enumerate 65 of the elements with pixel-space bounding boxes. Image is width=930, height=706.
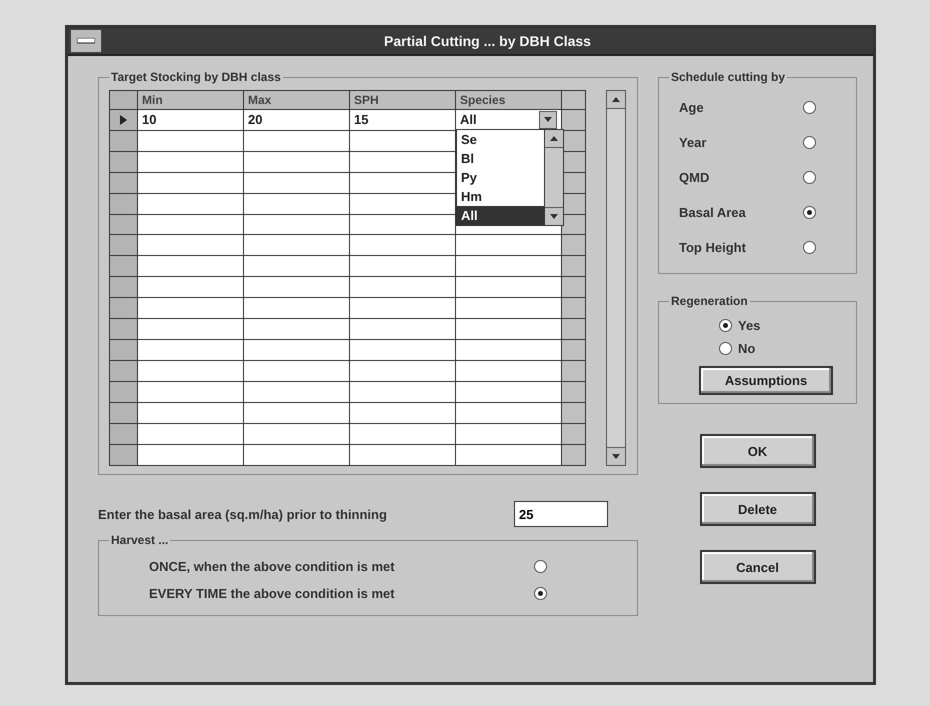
table-cell: 20 xyxy=(244,109,350,130)
radio-button[interactable] xyxy=(534,587,547,600)
basal-area-field[interactable]: 25 xyxy=(514,501,608,527)
option-label: Top Height xyxy=(679,240,746,255)
option-label: Year xyxy=(679,135,706,150)
window-title: Partial Cutting ... by DBH Class xyxy=(383,33,592,49)
row-selector[interactable] xyxy=(110,172,138,194)
row-selector[interactable] xyxy=(110,151,138,172)
row-selector[interactable] xyxy=(110,109,138,130)
row-selector[interactable] xyxy=(110,214,138,235)
column-header: SPH xyxy=(350,90,456,110)
dropdown-option[interactable]: All xyxy=(457,206,544,225)
dialog-button[interactable]: Delete xyxy=(700,492,816,526)
assumptions-button[interactable]: Assumptions xyxy=(699,366,833,395)
row-selector[interactable] xyxy=(110,402,138,424)
row-selector[interactable] xyxy=(110,298,138,319)
basal-area-label: Enter the basal area (sq.m/ha) prior to thinning xyxy=(98,506,387,522)
radio-button[interactable] xyxy=(803,241,816,254)
option-label: Yes xyxy=(738,318,760,333)
option-label: Basal Area xyxy=(679,205,746,220)
table-cell: 10 xyxy=(138,109,244,130)
radio-button[interactable] xyxy=(803,171,816,184)
column-header: Min xyxy=(138,90,244,110)
corner-cell xyxy=(110,90,138,110)
row-selector[interactable] xyxy=(110,382,138,402)
row-selector[interactable] xyxy=(110,340,138,361)
row-selector[interactable] xyxy=(110,234,138,256)
row-pointer-icon xyxy=(120,114,127,125)
row-selector[interactable] xyxy=(110,444,138,466)
scroll-up-icon[interactable] xyxy=(612,96,620,102)
radio-button[interactable] xyxy=(803,136,816,149)
column-header: Max xyxy=(244,90,350,110)
scroll-down-icon[interactable] xyxy=(550,214,558,220)
option-label: No xyxy=(738,341,756,356)
dropdown-option[interactable]: Py xyxy=(457,168,544,187)
list-scrollbar[interactable] xyxy=(544,130,563,225)
column-header: Species xyxy=(456,90,562,110)
radio-button[interactable] xyxy=(803,101,816,114)
system-menu-icon[interactable] xyxy=(70,29,102,53)
scroll-down-icon[interactable] xyxy=(612,454,620,460)
grid-scrollbar[interactable] xyxy=(606,90,626,466)
option-label: EVERY TIME the above condition is met xyxy=(149,586,395,601)
table-cell: 15 xyxy=(350,109,456,130)
row-selector[interactable] xyxy=(110,360,138,382)
radio-button[interactable] xyxy=(803,206,816,219)
row-selector[interactable] xyxy=(110,256,138,277)
group-label: Target Stocking by DBH class xyxy=(110,70,282,84)
group-label: Schedule cutting by xyxy=(670,70,786,84)
group-label: Harvest ... xyxy=(110,533,170,547)
dialog-button[interactable]: OK xyxy=(700,434,816,468)
row-selector[interactable] xyxy=(110,276,138,298)
row-selector[interactable] xyxy=(110,318,138,340)
option-label: Age xyxy=(679,100,704,115)
row-selector[interactable] xyxy=(110,130,138,152)
radio-button[interactable] xyxy=(719,319,732,332)
radio-button[interactable] xyxy=(534,560,547,573)
option-label: QMD xyxy=(679,170,710,185)
dropdown-option[interactable]: Hm xyxy=(457,187,544,206)
row-selector[interactable] xyxy=(110,423,138,444)
row-selector[interactable] xyxy=(110,193,138,214)
dialog-button[interactable]: Cancel xyxy=(700,550,816,584)
scroll-up-icon[interactable] xyxy=(550,136,558,142)
radio-button[interactable] xyxy=(719,342,732,355)
option-label: ONCE, when the above condition is met xyxy=(149,559,395,574)
group-label: Regeneration xyxy=(670,294,749,308)
